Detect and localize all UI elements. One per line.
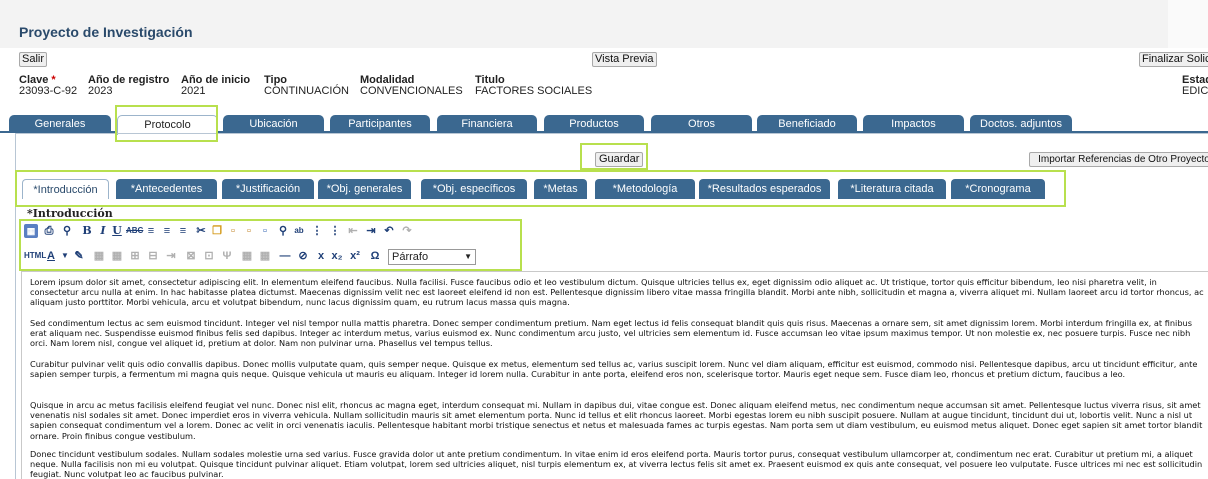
tab-productos[interactable]: Productos [544, 115, 644, 133]
edit-icon[interactable]: ✎ [72, 249, 86, 263]
replace-icon[interactable]: ab [292, 224, 306, 238]
section-heading: *Introducción [27, 207, 113, 220]
underline-icon[interactable]: U [110, 224, 124, 238]
superscript-icon[interactable]: x² [348, 249, 362, 263]
tab-doctos-adjuntos[interactable]: Doctos. adjuntos [970, 115, 1072, 133]
italic-icon[interactable]: I [96, 224, 110, 238]
delete-row-icon[interactable]: ⊟ [146, 249, 160, 263]
tab-otros[interactable]: Otros [651, 115, 752, 133]
indent-icon[interactable]: ⇥ [364, 224, 378, 238]
editor-paragraph: Lorem ipsum dolor sit amet, consectetur … [30, 277, 1204, 308]
bold-icon[interactable]: B [80, 224, 94, 238]
text-color-icon[interactable]: A [44, 249, 58, 263]
html-icon[interactable]: HTML [24, 249, 46, 263]
vista-previa-button[interactable]: Vista Previa [592, 52, 657, 67]
registro-value: 2023 [88, 85, 113, 97]
tab-protocolo[interactable]: Protocolo [117, 115, 218, 135]
estado-value: EDICIÓN [1182, 85, 1208, 97]
finalizar-button[interactable]: Finalizar Solicitud [1139, 52, 1208, 67]
tab-impactos[interactable]: Impactos [863, 115, 964, 133]
numbered-list-icon[interactable]: ⋮ [328, 224, 342, 238]
importar-referencias-button[interactable]: Importar Referencias de Otro Proyecto [1029, 152, 1208, 167]
print-icon[interactable]: ⎙ [42, 224, 56, 238]
protocol-sub-tabs: *Introducción *Antecedentes *Justificaci… [22, 179, 1062, 199]
paste-word-icon[interactable]: ▫ [258, 224, 272, 238]
tipo-field: Tipo CONTINUACIÓN [264, 75, 349, 97]
find-icon[interactable]: ⚲ [276, 224, 290, 238]
titulo-field: Titulo FACTORES SOCIALES [475, 75, 592, 97]
editor-paragraph: Donec tincidunt vestibulum sodales. Null… [30, 449, 1203, 479]
editor-paragraph: Sed condimentum lectus ac sem euismod ti… [30, 318, 1192, 349]
header-right-panel [1168, 0, 1208, 48]
preview-icon[interactable]: ⚲ [60, 224, 74, 238]
copy-icon[interactable]: ❐ [210, 224, 224, 238]
paste-icon[interactable]: ▫ [226, 224, 240, 238]
editor-toolbar-row-2: HTML A ▼ ✎ ▦ ▦ ⊞ ⊟ ⇥ ⊠ ⊡ Ψ ▦ ▦ — ⊘ x x₂ … [24, 248, 520, 266]
editor-toolbar-row-1: ▦ ⎙ ⚲ B I U ABC ≡ ≡ ≡ ✂ ❐ ▫ ▫ ▫ ⚲ ab ⋮ ⋮… [24, 223, 520, 241]
table-grid-icon[interactable]: ▦ [258, 249, 272, 263]
subtab-resultados-esperados[interactable]: *Resultados esperados [699, 179, 830, 199]
strikethrough-icon[interactable]: ABC [126, 224, 143, 238]
guardar-button[interactable]: Guardar [595, 152, 644, 167]
format-select-value: Párrafo [392, 251, 429, 263]
merge-cells-icon[interactable]: ⇥ [164, 249, 178, 263]
special-char-icon[interactable]: Ω [368, 249, 382, 263]
registro-field: Año de registro 2023 [88, 75, 169, 97]
subtab-metodologia[interactable]: *Metodología [595, 179, 695, 199]
source-icon[interactable]: ▦ [24, 224, 38, 238]
editor-paragraph: Curabitur pulvinar velit quis odio conva… [30, 359, 1198, 380]
inicio-value: 2021 [181, 85, 206, 97]
align-right-icon[interactable]: ≡ [176, 224, 190, 238]
align-center-icon[interactable]: ≡ [160, 224, 174, 238]
inicio-field: Año de inicio 2021 [181, 75, 250, 97]
table-cell-icon[interactable]: ▦ [110, 249, 124, 263]
editor-paragraph: Quisque in arcu ac metus facilisis eleif… [30, 400, 1203, 441]
row-props-icon[interactable]: ⊡ [202, 249, 216, 263]
subtab-justificacion[interactable]: *Justificación [222, 179, 314, 199]
align-left-icon[interactable]: ≡ [144, 224, 158, 238]
hr-icon[interactable]: — [278, 249, 292, 263]
tab-ubicacion[interactable]: Ubicación [223, 115, 324, 133]
subtab-literatura-citada[interactable]: *Literatura citada [838, 179, 946, 199]
modalidad-field: Modalidad CONVENCIONALES [360, 75, 463, 97]
insert-row-icon[interactable]: ⊞ [128, 249, 142, 263]
table-props-icon[interactable]: ▦ [240, 249, 254, 263]
bulleted-list-icon[interactable]: ⋮ [310, 224, 324, 238]
subtab-introduccion[interactable]: *Introducción [22, 179, 109, 199]
tab-financiera[interactable]: Financiera [437, 115, 537, 133]
outdent-icon[interactable]: ⇤ [346, 224, 360, 238]
page-title: Proyecto de Investigación [19, 24, 193, 40]
chevron-down-icon[interactable]: ▼ [58, 249, 72, 263]
salir-button[interactable]: Salir [19, 52, 48, 67]
redo-icon[interactable]: ↷ [400, 224, 414, 238]
subtab-obj-generales[interactable]: *Obj. generales [318, 179, 411, 199]
format-select[interactable]: Párrafo ▼ [388, 249, 476, 265]
clave-field: Clave * 23093-C-92 [19, 75, 77, 97]
subtab-metas[interactable]: *Metas [534, 179, 587, 199]
clave-value: 23093-C-92 [19, 85, 78, 97]
rich-text-editor[interactable]: Lorem ipsum dolor sit amet, consectetur … [21, 271, 1208, 479]
subtab-cronograma[interactable]: *Cronograma [951, 179, 1045, 199]
subscript-icon[interactable]: x₂ [330, 249, 344, 263]
tab-beneficiado[interactable]: Beneficiado [757, 115, 857, 133]
eraser-icon[interactable]: ⊘ [296, 249, 310, 263]
titulo-value: FACTORES SOCIALES [475, 85, 593, 97]
tab-generales[interactable]: Generales [9, 115, 111, 133]
chevron-down-icon: ▼ [464, 252, 472, 261]
undo-icon[interactable]: ↶ [382, 224, 396, 238]
subtab-antecedentes[interactable]: *Antecedentes [116, 179, 217, 199]
subtab-obj-especificos[interactable]: *Obj. específicos [421, 179, 527, 199]
table-icon[interactable]: ▦ [92, 249, 106, 263]
split-cells-icon[interactable]: ⊠ [184, 249, 198, 263]
page-header: Proyecto de Investigación [0, 0, 1208, 48]
paste-text-icon[interactable]: ▫ [242, 224, 256, 238]
tipo-value: CONTINUACIÓN [264, 85, 349, 97]
cut-icon[interactable]: ✂ [194, 224, 208, 238]
modalidad-value: CONVENCIONALES [360, 85, 463, 97]
remove-format-icon[interactable]: x [314, 249, 328, 263]
estado-field: Estado EDICIÓN [1182, 75, 1208, 97]
main-tabs: Generales Protocolo Ubicación Participan… [0, 115, 1208, 135]
cell-props-icon[interactable]: Ψ [220, 249, 234, 263]
tab-participantes[interactable]: Participantes [330, 115, 430, 133]
